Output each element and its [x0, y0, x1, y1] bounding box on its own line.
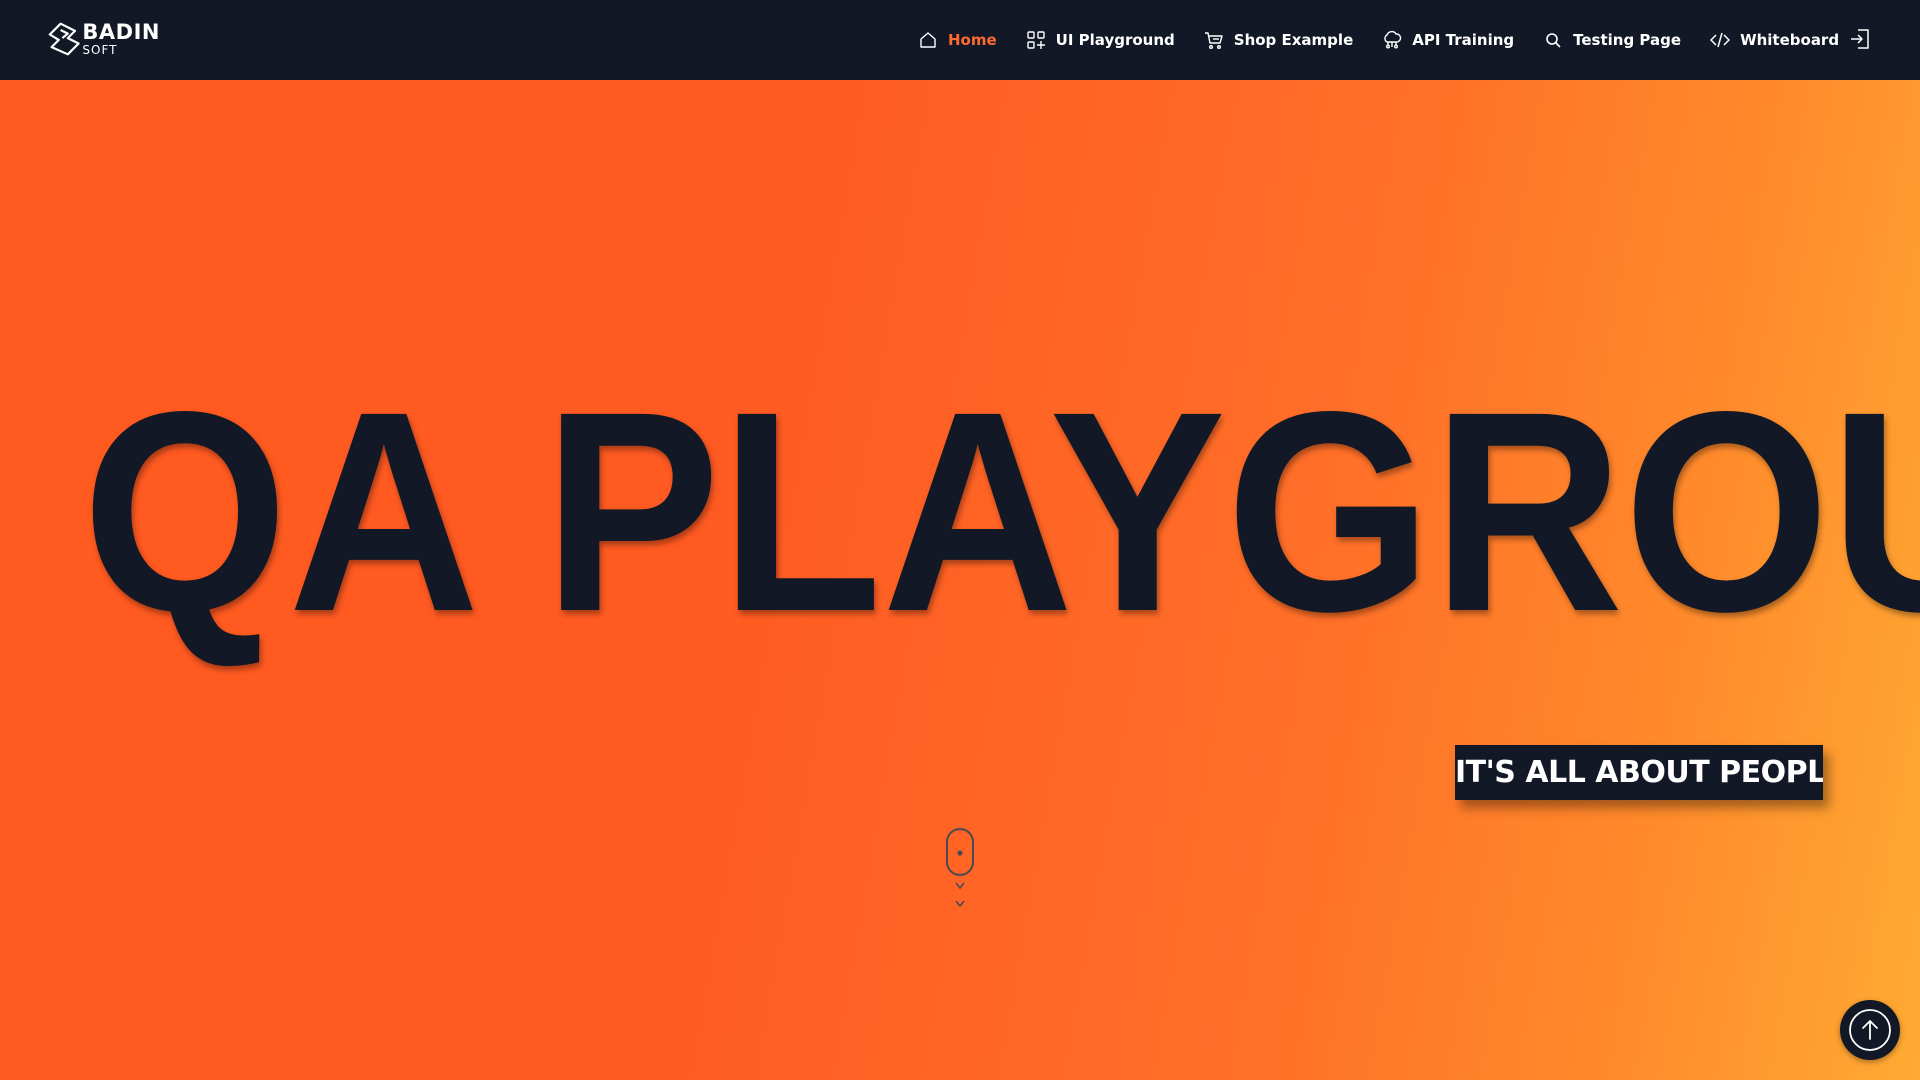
brand-sub: SOFT	[82, 43, 118, 57]
hero-section: QA PLAYGROUND IT'S ALL ABOUT PEOPL	[0, 80, 1920, 1080]
nav-label-home: Home	[948, 31, 997, 49]
arrow-up-icon	[1849, 1009, 1891, 1051]
brand-name: BADIN	[82, 20, 160, 44]
nav-label-whiteboard: Whiteboard	[1740, 31, 1840, 49]
scroll-to-top-button[interactable]	[1840, 1000, 1900, 1060]
brand-logo[interactable]: BADIN SOFT	[48, 18, 160, 60]
main-nav: Home UI Playground Shop Example API Trai…	[918, 0, 1839, 80]
grid-plus-icon	[1026, 31, 1045, 49]
login-icon	[1851, 29, 1869, 49]
nav-item-shop-example[interactable]: Shop Example	[1204, 30, 1353, 50]
nav-item-whiteboard[interactable]: Whiteboard	[1710, 30, 1839, 50]
code-icon	[1710, 32, 1730, 48]
cloud-network-icon	[1384, 30, 1402, 49]
nav-label-testing-page: Testing Page	[1573, 31, 1682, 49]
nav-item-testing-page[interactable]: Testing Page	[1543, 30, 1681, 50]
nav-label-api-training: API Training	[1412, 31, 1515, 49]
top-navbar: BADIN SOFT Home UI Playground Shop Examp…	[0, 0, 1920, 80]
hero-tagline: IT'S ALL ABOUT PEOPL	[1455, 745, 1823, 800]
mouse-scroll-icon	[946, 828, 974, 908]
search-icon	[1546, 33, 1561, 48]
nav-item-home[interactable]: Home	[918, 30, 997, 50]
home-icon	[920, 32, 936, 48]
hero-title-main: QA PLAYGROUN	[82, 353, 1920, 671]
login-button[interactable]	[1848, 27, 1872, 51]
scroll-down-indicator[interactable]	[940, 827, 980, 927]
nav-label-shop-example: Shop Example	[1233, 31, 1354, 49]
hero-title: QA PLAYGROUND	[82, 370, 1920, 810]
cart-icon	[1204, 32, 1223, 49]
nav-label-ui-playground: UI Playground	[1055, 31, 1175, 49]
badin-logo-icon	[48, 22, 80, 56]
nav-item-api-training[interactable]: API Training	[1382, 30, 1514, 50]
nav-item-ui-playground[interactable]: UI Playground	[1026, 30, 1175, 50]
